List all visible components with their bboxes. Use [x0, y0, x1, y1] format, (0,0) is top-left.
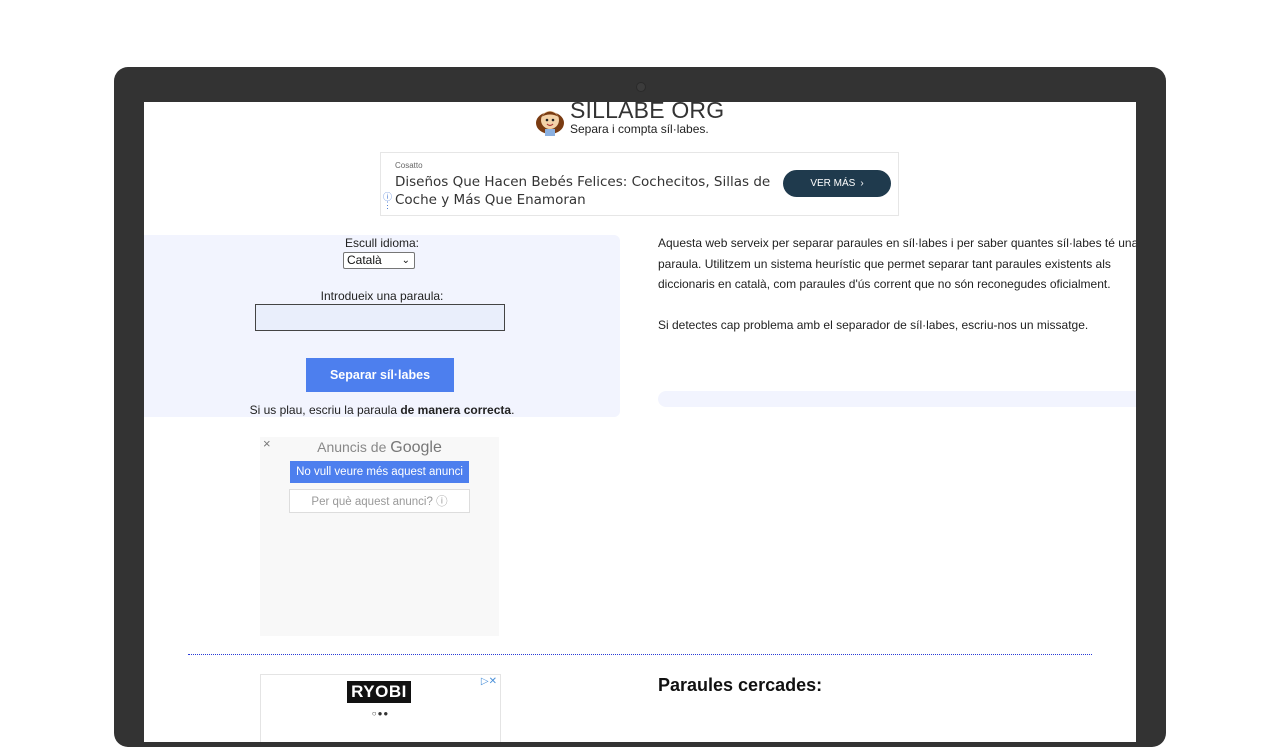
site-subtitle: Separa i compta síl·labes. [570, 122, 709, 136]
language-label: Escull idioma: [344, 236, 420, 250]
separate-syllables-button[interactable]: Separar síl·labes [306, 358, 454, 392]
word-input[interactable] [255, 304, 505, 331]
hint-suffix: . [511, 403, 515, 417]
site-header[interactable]: SILLABE ORG Separa i compta síl·labes. [532, 102, 724, 138]
ad-cta-button[interactable]: VER MÁS › [783, 170, 891, 197]
word-label: Introdueix una paraula: [320, 289, 444, 303]
syllable-form-panel: Escull idioma: Català ⌄ Introdueix una p… [144, 235, 620, 417]
ad-cta-label: VER MÁS [810, 178, 856, 189]
about-paragraph-1: Aquesta web serveix per separar paraules… [658, 236, 1136, 291]
about-text: Aquesta web serveix per separar paraules… [658, 233, 1136, 355]
hint-prefix: Si us plau, escriu la paraula [249, 403, 401, 417]
ad-headline[interactable]: Diseños Que Hacen Bebés Felices: Cocheci… [395, 173, 775, 209]
ad-brand: Cosatto [395, 161, 423, 170]
searched-words-heading: Paraules cercades: [658, 675, 823, 695]
browser-viewport: SILLABE ORG Separa i compta síl·labes. C… [144, 102, 1136, 742]
info-icon[interactable]: ⓘ ⋮ [383, 193, 392, 210]
banner-ad[interactable]: Cosatto Diseños Que Hacen Bebés Felices:… [380, 152, 899, 216]
about-paragraph-2: Si detectes cap problema amb el separado… [658, 317, 1089, 332]
camera-icon [636, 82, 646, 92]
google-ad-panel: × Anuncis de Google No vull veure més aq… [260, 436, 499, 636]
language-select[interactable]: Català ⌄ [343, 252, 415, 269]
chevron-right-icon: › [860, 178, 864, 189]
ryobi-logo: RYOBI [347, 681, 411, 703]
hint-bold: de manera correcta [400, 403, 512, 417]
laptop-frame: SILLABE ORG Separa i compta síl·labes. C… [114, 67, 1166, 747]
why-this-ad-button[interactable]: Per què aquest anunci? ⓘ [289, 489, 470, 513]
language-selected: Català [347, 253, 382, 267]
results-bar [658, 391, 1136, 407]
site-title[interactable]: SILLABE ORG [570, 102, 724, 122]
google-ad-title: Anuncis de Google [260, 439, 499, 457]
google-ad-title-brand: Google [390, 439, 442, 456]
ryobi-ad[interactable]: ▷✕ RYOBI ○●● [260, 674, 501, 742]
input-hint: Si us plau, escriu la paraula de manera … [144, 403, 620, 417]
adchoices-icon[interactable]: ▷✕ [481, 676, 497, 687]
hide-ad-button[interactable]: No vull veure més aquest anunci [290, 461, 469, 483]
logo-icon [536, 111, 564, 136]
google-ad-title-prefix: Anuncis de [317, 439, 391, 455]
chevron-down-icon: ⌄ [401, 255, 410, 266]
section-divider [188, 654, 1092, 655]
carousel-dots[interactable]: ○●● [261, 709, 500, 718]
